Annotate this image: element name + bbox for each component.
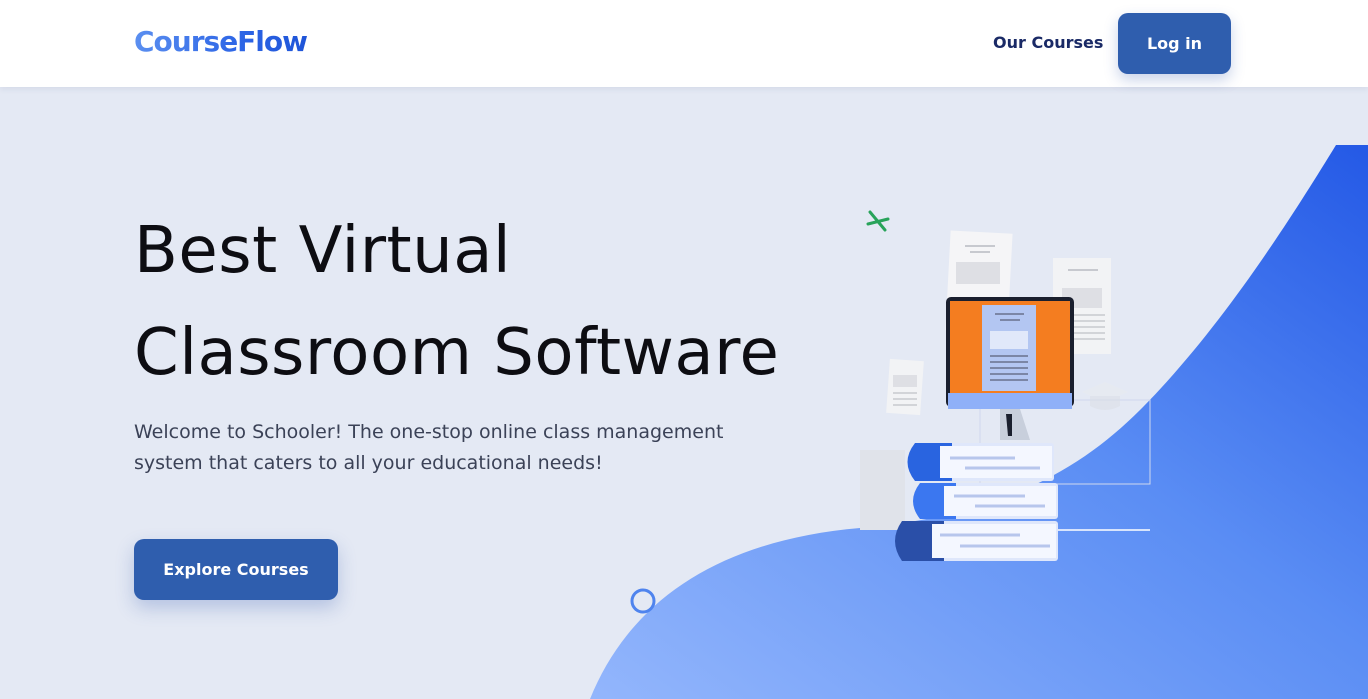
hero-title-line-1: Best Virtual xyxy=(134,214,512,288)
login-button[interactable]: Log in xyxy=(1118,13,1231,74)
graduation-cap-icon xyxy=(1082,382,1128,410)
books-icon xyxy=(895,443,1058,561)
explore-courses-button[interactable]: Explore Courses xyxy=(134,539,338,600)
nav-link-our-courses[interactable]: Our Courses xyxy=(993,32,1103,54)
hero-subtitle: Welcome to Schooler! The one-stop online… xyxy=(134,421,724,474)
hero-title-line-2: Classroom Software xyxy=(134,316,780,390)
hero-illustration xyxy=(860,210,1151,561)
sparkle-icon xyxy=(866,210,890,232)
brand-logo[interactable]: CourseFlow xyxy=(134,24,308,60)
hero-title: Best Virtual Classroom Software xyxy=(134,200,779,404)
top-navbar: CourseFlow Our Courses Log in xyxy=(0,0,1368,87)
computer-icon xyxy=(946,297,1074,440)
